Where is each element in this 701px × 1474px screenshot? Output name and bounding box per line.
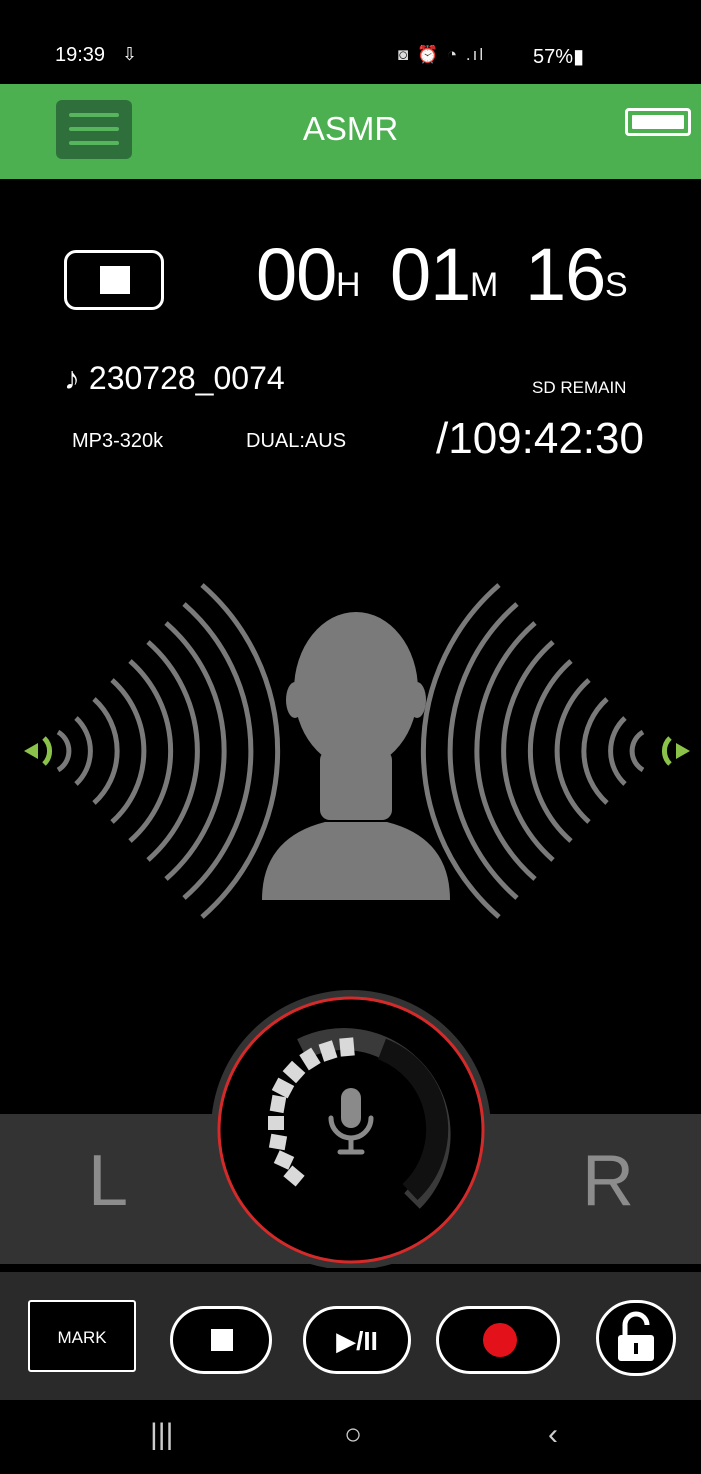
battery-icon bbox=[625, 108, 691, 136]
counter-seconds-unit: S bbox=[605, 266, 628, 304]
left-sound-waves-icon bbox=[56, 583, 281, 919]
asmr-binaural-graphic bbox=[24, 583, 690, 919]
stop-button[interactable] bbox=[170, 1306, 272, 1374]
back-icon[interactable]: ‹ bbox=[548, 1418, 558, 1452]
left-channel-label: L bbox=[88, 1141, 129, 1221]
recording-format: MP3-320k bbox=[72, 430, 164, 452]
counter-hours: 00 bbox=[256, 233, 337, 316]
channel-mode: DUAL:AUS bbox=[246, 430, 347, 452]
play-pause-icon: ▶/II bbox=[336, 1326, 378, 1356]
mark-button[interactable]: MARK bbox=[28, 1300, 136, 1372]
status-battery: 57%▮ bbox=[533, 46, 585, 68]
right-channel-label: R bbox=[582, 1141, 634, 1221]
stop-icon bbox=[211, 1329, 233, 1351]
page-title: ASMR bbox=[302, 110, 399, 147]
status-time: 19:39 bbox=[55, 44, 106, 66]
counter-minutes: 01 bbox=[390, 233, 471, 316]
lock-button[interactable] bbox=[596, 1300, 676, 1376]
record-icon bbox=[483, 1323, 517, 1357]
sd-remain-time: /109:42:30 bbox=[436, 414, 644, 463]
right-sound-waves-icon bbox=[420, 583, 645, 919]
status-icons: ◙ ⏰ ◔ .ıl bbox=[398, 45, 486, 64]
counter-minutes-unit: M bbox=[470, 266, 499, 304]
counter-hours-unit: H bbox=[336, 266, 361, 304]
unlocked-padlock-icon bbox=[618, 1311, 654, 1361]
download-icon: ⇩ bbox=[122, 44, 138, 64]
counter-seconds: 16 bbox=[525, 233, 606, 316]
record-button[interactable] bbox=[436, 1306, 560, 1374]
status-bar bbox=[0, 0, 701, 84]
home-icon[interactable]: ○ bbox=[344, 1418, 362, 1452]
mic-level-dial[interactable] bbox=[210, 978, 492, 1268]
recents-icon[interactable]: ||| bbox=[150, 1418, 173, 1452]
play-pause-button[interactable]: ▶/II bbox=[303, 1306, 411, 1374]
right-ear-indicator-icon bbox=[662, 736, 690, 766]
left-ear-indicator-icon bbox=[24, 736, 52, 766]
file-name: ♪ 230728_0074 bbox=[64, 360, 285, 396]
mark-label: MARK bbox=[57, 1328, 107, 1347]
sd-remain-label: SD REMAIN bbox=[532, 378, 627, 397]
recording-state-stop-icon bbox=[64, 250, 164, 310]
